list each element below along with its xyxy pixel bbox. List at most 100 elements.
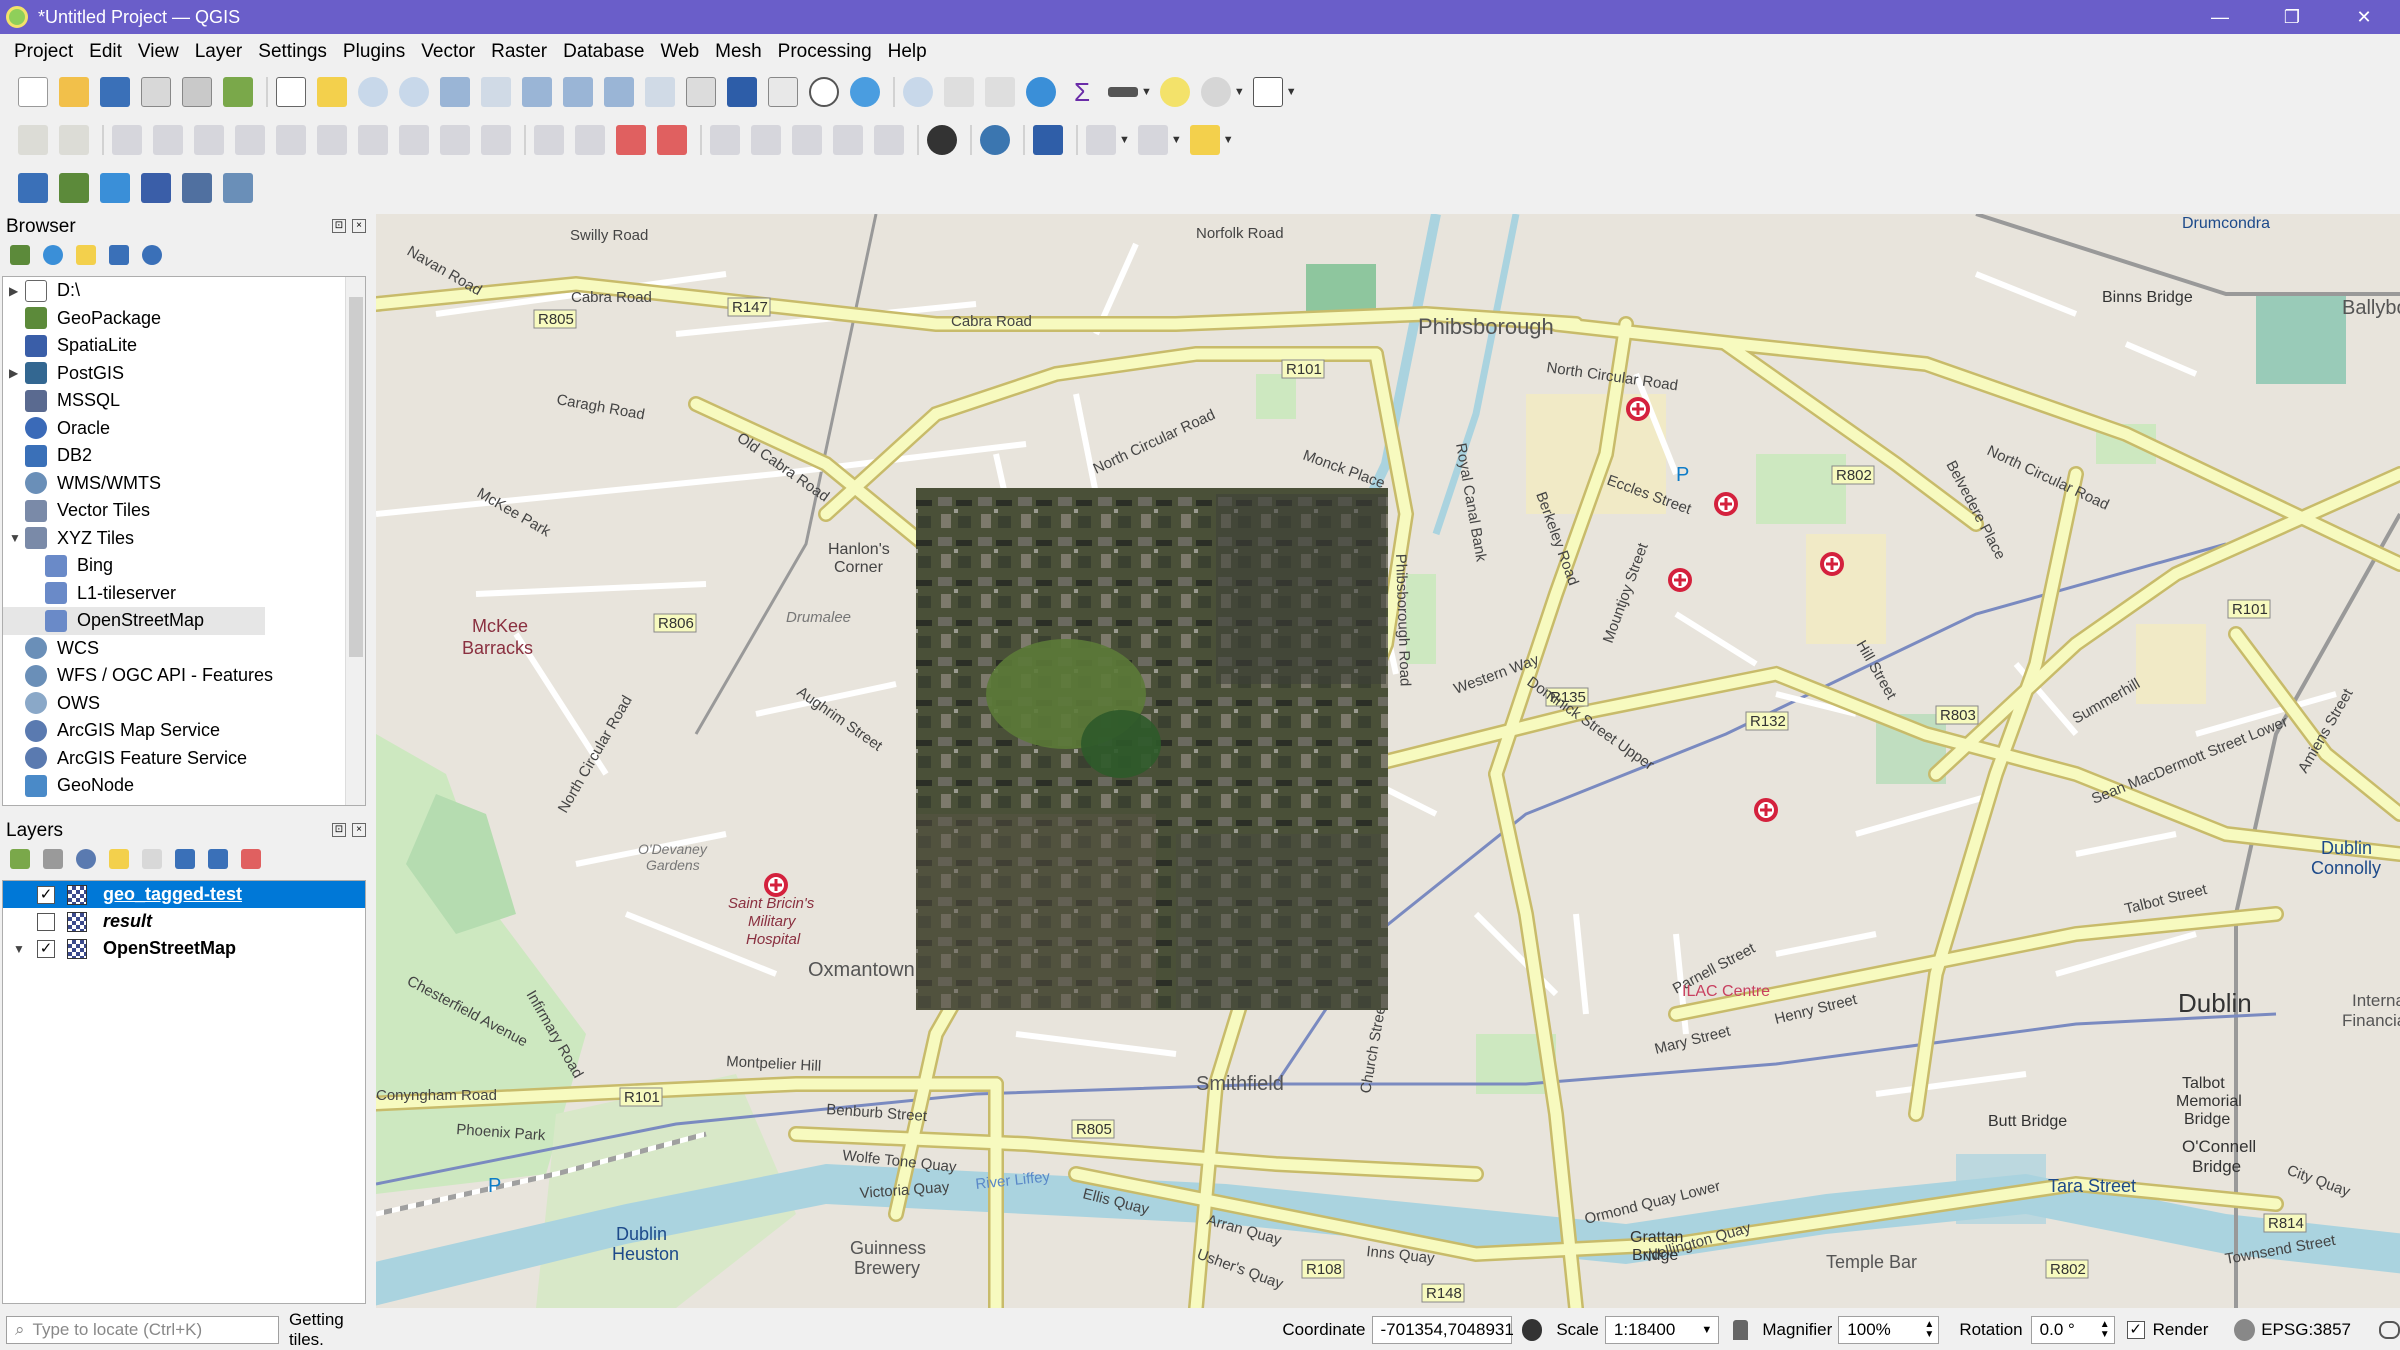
zoom-last-icon[interactable] [604, 77, 634, 107]
close-panel-icon[interactable]: × [352, 823, 366, 837]
layer-diagram-options-icon[interactable] [657, 125, 687, 155]
help-contents-icon[interactable] [1033, 125, 1063, 155]
new-spatialite-layer-icon[interactable] [141, 173, 171, 203]
undo-icon[interactable] [440, 125, 470, 155]
vertex-tool-icon[interactable] [194, 125, 224, 155]
float-panel-icon[interactable]: ⊡ [332, 219, 346, 233]
label-tool-icon[interactable] [534, 125, 564, 155]
restore-button[interactable]: ❐ [2256, 0, 2328, 34]
browser-item-drive-d[interactable]: ▶ D:\ [3, 277, 365, 305]
new-shapefile-layer-icon[interactable] [100, 173, 130, 203]
redo-icon[interactable] [481, 125, 511, 155]
layer-labeling-options-icon[interactable] [616, 125, 646, 155]
toggle-extents-icon[interactable] [1521, 1319, 1543, 1341]
collapse-all-icon[interactable] [109, 245, 129, 265]
new-temporary-layer-icon[interactable] [182, 173, 212, 203]
new-bookmark-icon[interactable] [727, 77, 757, 107]
menu-help[interactable]: Help [880, 41, 935, 63]
select-by-value-icon[interactable] [1189, 125, 1220, 155]
move-label-icon[interactable] [792, 125, 822, 155]
rotation-spinbox[interactable]: 0.0 ° ▲ ▼ [2030, 1316, 2115, 1344]
open-layer-styling-icon[interactable] [10, 849, 30, 869]
open-attribute-table-icon[interactable] [944, 77, 974, 107]
scale-combobox[interactable]: 1:18400 ▼ [1604, 1316, 1720, 1344]
menu-edit[interactable]: Edit [81, 41, 130, 63]
menu-vector[interactable]: Vector [413, 41, 483, 63]
browser-item-spatialite[interactable]: SpatiaLite [3, 332, 365, 360]
browser-item-vector-tiles[interactable]: Vector Tiles [3, 497, 365, 525]
collapse-icon[interactable]: ▼ [9, 531, 25, 545]
browser-item-arcgis-feature[interactable]: ArcGIS Feature Service [3, 745, 365, 773]
cut-features-icon[interactable] [317, 125, 347, 155]
copy-features-icon[interactable] [358, 125, 388, 155]
browser-item-ows[interactable]: OWS [3, 690, 365, 718]
zoom-to-layer-icon[interactable] [522, 77, 552, 107]
open-project-icon[interactable] [59, 77, 89, 107]
new-print-layout-icon[interactable] [141, 77, 171, 107]
save-project-icon[interactable] [100, 77, 130, 107]
browser-item-geopackage[interactable]: GeoPackage [3, 305, 365, 333]
browser-item-bing[interactable]: Bing [3, 552, 365, 580]
browser-item-db2[interactable]: DB2 [3, 442, 365, 470]
new-geopackage-layer-icon[interactable] [59, 173, 89, 203]
crs-button[interactable]: EPSG:3857 [2261, 1320, 2351, 1340]
browser-item-mssql[interactable]: MSSQL [3, 387, 365, 415]
browser-item-arcgis-map[interactable]: ArcGIS Map Service [3, 717, 365, 745]
diagram-tool-icon[interactable] [575, 125, 605, 155]
browser-item-l1-tileserver[interactable]: L1-tileserver [3, 580, 365, 608]
select-features-icon[interactable] [1200, 77, 1231, 107]
refresh-icon[interactable] [43, 245, 63, 265]
browser-scrollbar[interactable] [345, 277, 365, 805]
style-manager-icon[interactable] [223, 77, 253, 107]
menu-mesh[interactable]: Mesh [707, 41, 769, 63]
coordinate-field[interactable]: -701354,7048931 [1371, 1316, 1514, 1344]
processing-toolbox-icon[interactable] [1026, 77, 1056, 107]
spin-arrows-icon[interactable]: ▲ ▼ [1924, 1320, 1934, 1340]
browser-item-wcs[interactable]: WCS [3, 635, 365, 663]
expand-icon[interactable]: ▶ [9, 284, 25, 298]
layer-row-openstreetmap[interactable]: ▼ ✓ OpenStreetMap [3, 935, 365, 962]
close-button[interactable]: ✕ [2328, 0, 2400, 34]
zoom-out-icon[interactable] [399, 77, 429, 107]
toggle-editing-icon[interactable] [59, 125, 89, 155]
new-project-icon[interactable] [18, 77, 48, 107]
modify-attributes-icon[interactable] [235, 125, 265, 155]
layer-row-result[interactable]: result [3, 908, 365, 935]
menu-raster[interactable]: Raster [483, 41, 555, 63]
new-map-view-icon[interactable] [686, 77, 716, 107]
remove-layer-icon[interactable] [241, 849, 261, 869]
data-source-manager-icon[interactable] [18, 173, 48, 203]
browser-item-postgis[interactable]: ▶ PostGIS [3, 360, 365, 388]
menu-processing[interactable]: Processing [770, 41, 880, 63]
menu-database[interactable]: Database [555, 41, 652, 63]
browser-item-xyz-tiles[interactable]: ▼ XYZ Tiles [3, 525, 365, 553]
expand-icon[interactable]: ▶ [9, 366, 25, 380]
python-console-icon[interactable] [980, 125, 1010, 155]
paste-features-icon[interactable] [399, 125, 429, 155]
identify-features-icon[interactable] [903, 77, 933, 107]
layer-visibility-checkbox[interactable]: ✓ [37, 885, 55, 904]
pan-map-icon[interactable] [276, 77, 306, 107]
change-label-icon[interactable] [874, 125, 904, 155]
temporal-controller-icon[interactable] [809, 77, 839, 107]
zoom-to-selection-icon[interactable] [481, 77, 511, 107]
osm-basemap[interactable]: R805 R147 R101 R806 R135 R132 R802 R803 … [376, 214, 2400, 1308]
menu-layer[interactable]: Layer [187, 41, 251, 63]
menu-view[interactable]: View [130, 41, 187, 63]
expand-all-icon[interactable] [175, 849, 195, 869]
render-checkbox[interactable]: ✓ [2126, 1321, 2145, 1339]
add-selected-layers-icon[interactable] [10, 245, 30, 265]
browser-item-geonode[interactable]: GeoNode [3, 772, 365, 800]
chevron-down-icon[interactable]: ▼ [1701, 1324, 1712, 1336]
filter-legend-icon[interactable] [109, 849, 129, 869]
layout-manager-icon[interactable] [182, 77, 212, 107]
browser-item-wms-wmts[interactable]: WMS/WMTS [3, 470, 365, 498]
aerial-image-layer[interactable] [916, 488, 1388, 1010]
zoom-in-icon[interactable] [358, 77, 388, 107]
new-virtual-layer-icon[interactable] [223, 173, 253, 203]
open-field-calculator-icon[interactable] [985, 77, 1015, 107]
text-annotation-icon[interactable] [1252, 77, 1283, 107]
menu-project[interactable]: Project [6, 41, 81, 63]
filter-by-expression-icon[interactable] [142, 849, 162, 869]
select-by-location-icon[interactable] [1086, 125, 1116, 155]
